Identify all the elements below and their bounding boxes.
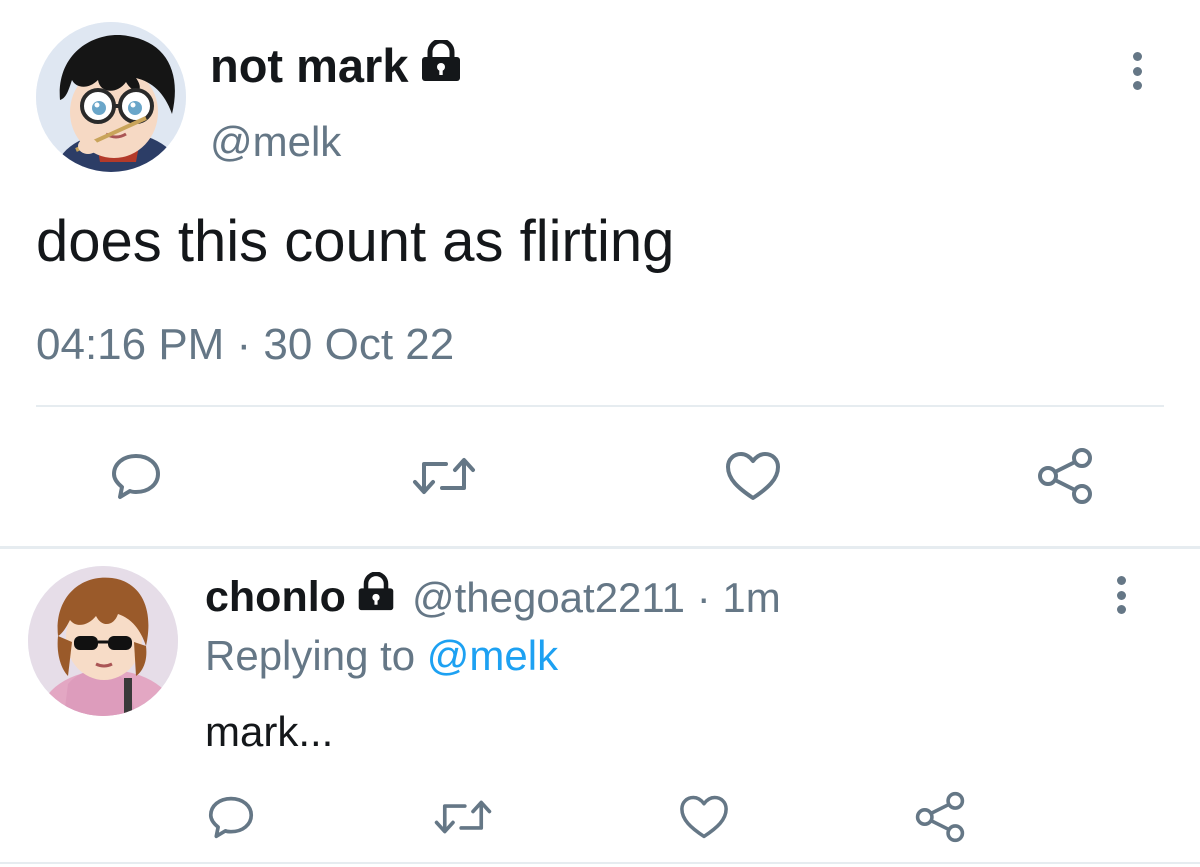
share-icon <box>915 791 965 843</box>
anime-boy-glasses-avatar-icon <box>36 22 186 172</box>
share-icon <box>1038 448 1092 504</box>
author-name-text: not mark <box>210 39 409 92</box>
reply-text: mark... <box>205 708 334 755</box>
reply-button[interactable] <box>106 448 166 504</box>
share-button[interactable] <box>1034 446 1096 506</box>
like-icon <box>726 452 780 500</box>
reply-share-button[interactable] <box>912 790 968 844</box>
author-display-name[interactable]: not mark <box>210 38 463 93</box>
lock-icon <box>419 38 463 93</box>
replying-mention-link[interactable]: @melk <box>427 632 558 679</box>
reply-like-button[interactable] <box>676 792 732 842</box>
lock-icon <box>356 571 396 623</box>
like-icon <box>680 795 728 839</box>
reply-more-options-icon[interactable] <box>1114 576 1128 614</box>
tweet-timestamp[interactable]: 04:16 PM · 30 Oct 22 <box>36 320 454 370</box>
more-options-icon[interactable] <box>1130 52 1144 90</box>
retweet-icon <box>413 458 475 494</box>
reply-icon <box>208 796 254 839</box>
reply-author-row[interactable]: chonlo @thegoat2211 · 1m <box>205 571 781 623</box>
author-avatar[interactable] <box>36 22 186 172</box>
anime-girl-sunglasses-avatar-icon <box>28 566 178 716</box>
replying-prefix: Replying to <box>205 632 416 679</box>
author-handle[interactable]: @melk <box>210 118 341 166</box>
reply-retweet-button[interactable] <box>430 792 496 842</box>
reply-handle-time: @thegoat2211 · 1m <box>411 573 781 621</box>
tweet-text: does this count as flirting <box>36 209 675 274</box>
reply-icon <box>112 454 160 499</box>
section-divider <box>0 546 1200 549</box>
replying-to-line: Replying to @melk <box>205 632 558 680</box>
reply-reply-button[interactable] <box>204 792 258 842</box>
bottom-divider <box>0 862 1200 864</box>
retweet-button[interactable] <box>408 448 480 504</box>
reply-author-avatar[interactable] <box>28 566 178 716</box>
divider <box>36 405 1164 407</box>
like-button[interactable] <box>722 448 784 504</box>
retweet-icon <box>434 800 492 834</box>
reply-author-name: chonlo <box>205 573 346 621</box>
